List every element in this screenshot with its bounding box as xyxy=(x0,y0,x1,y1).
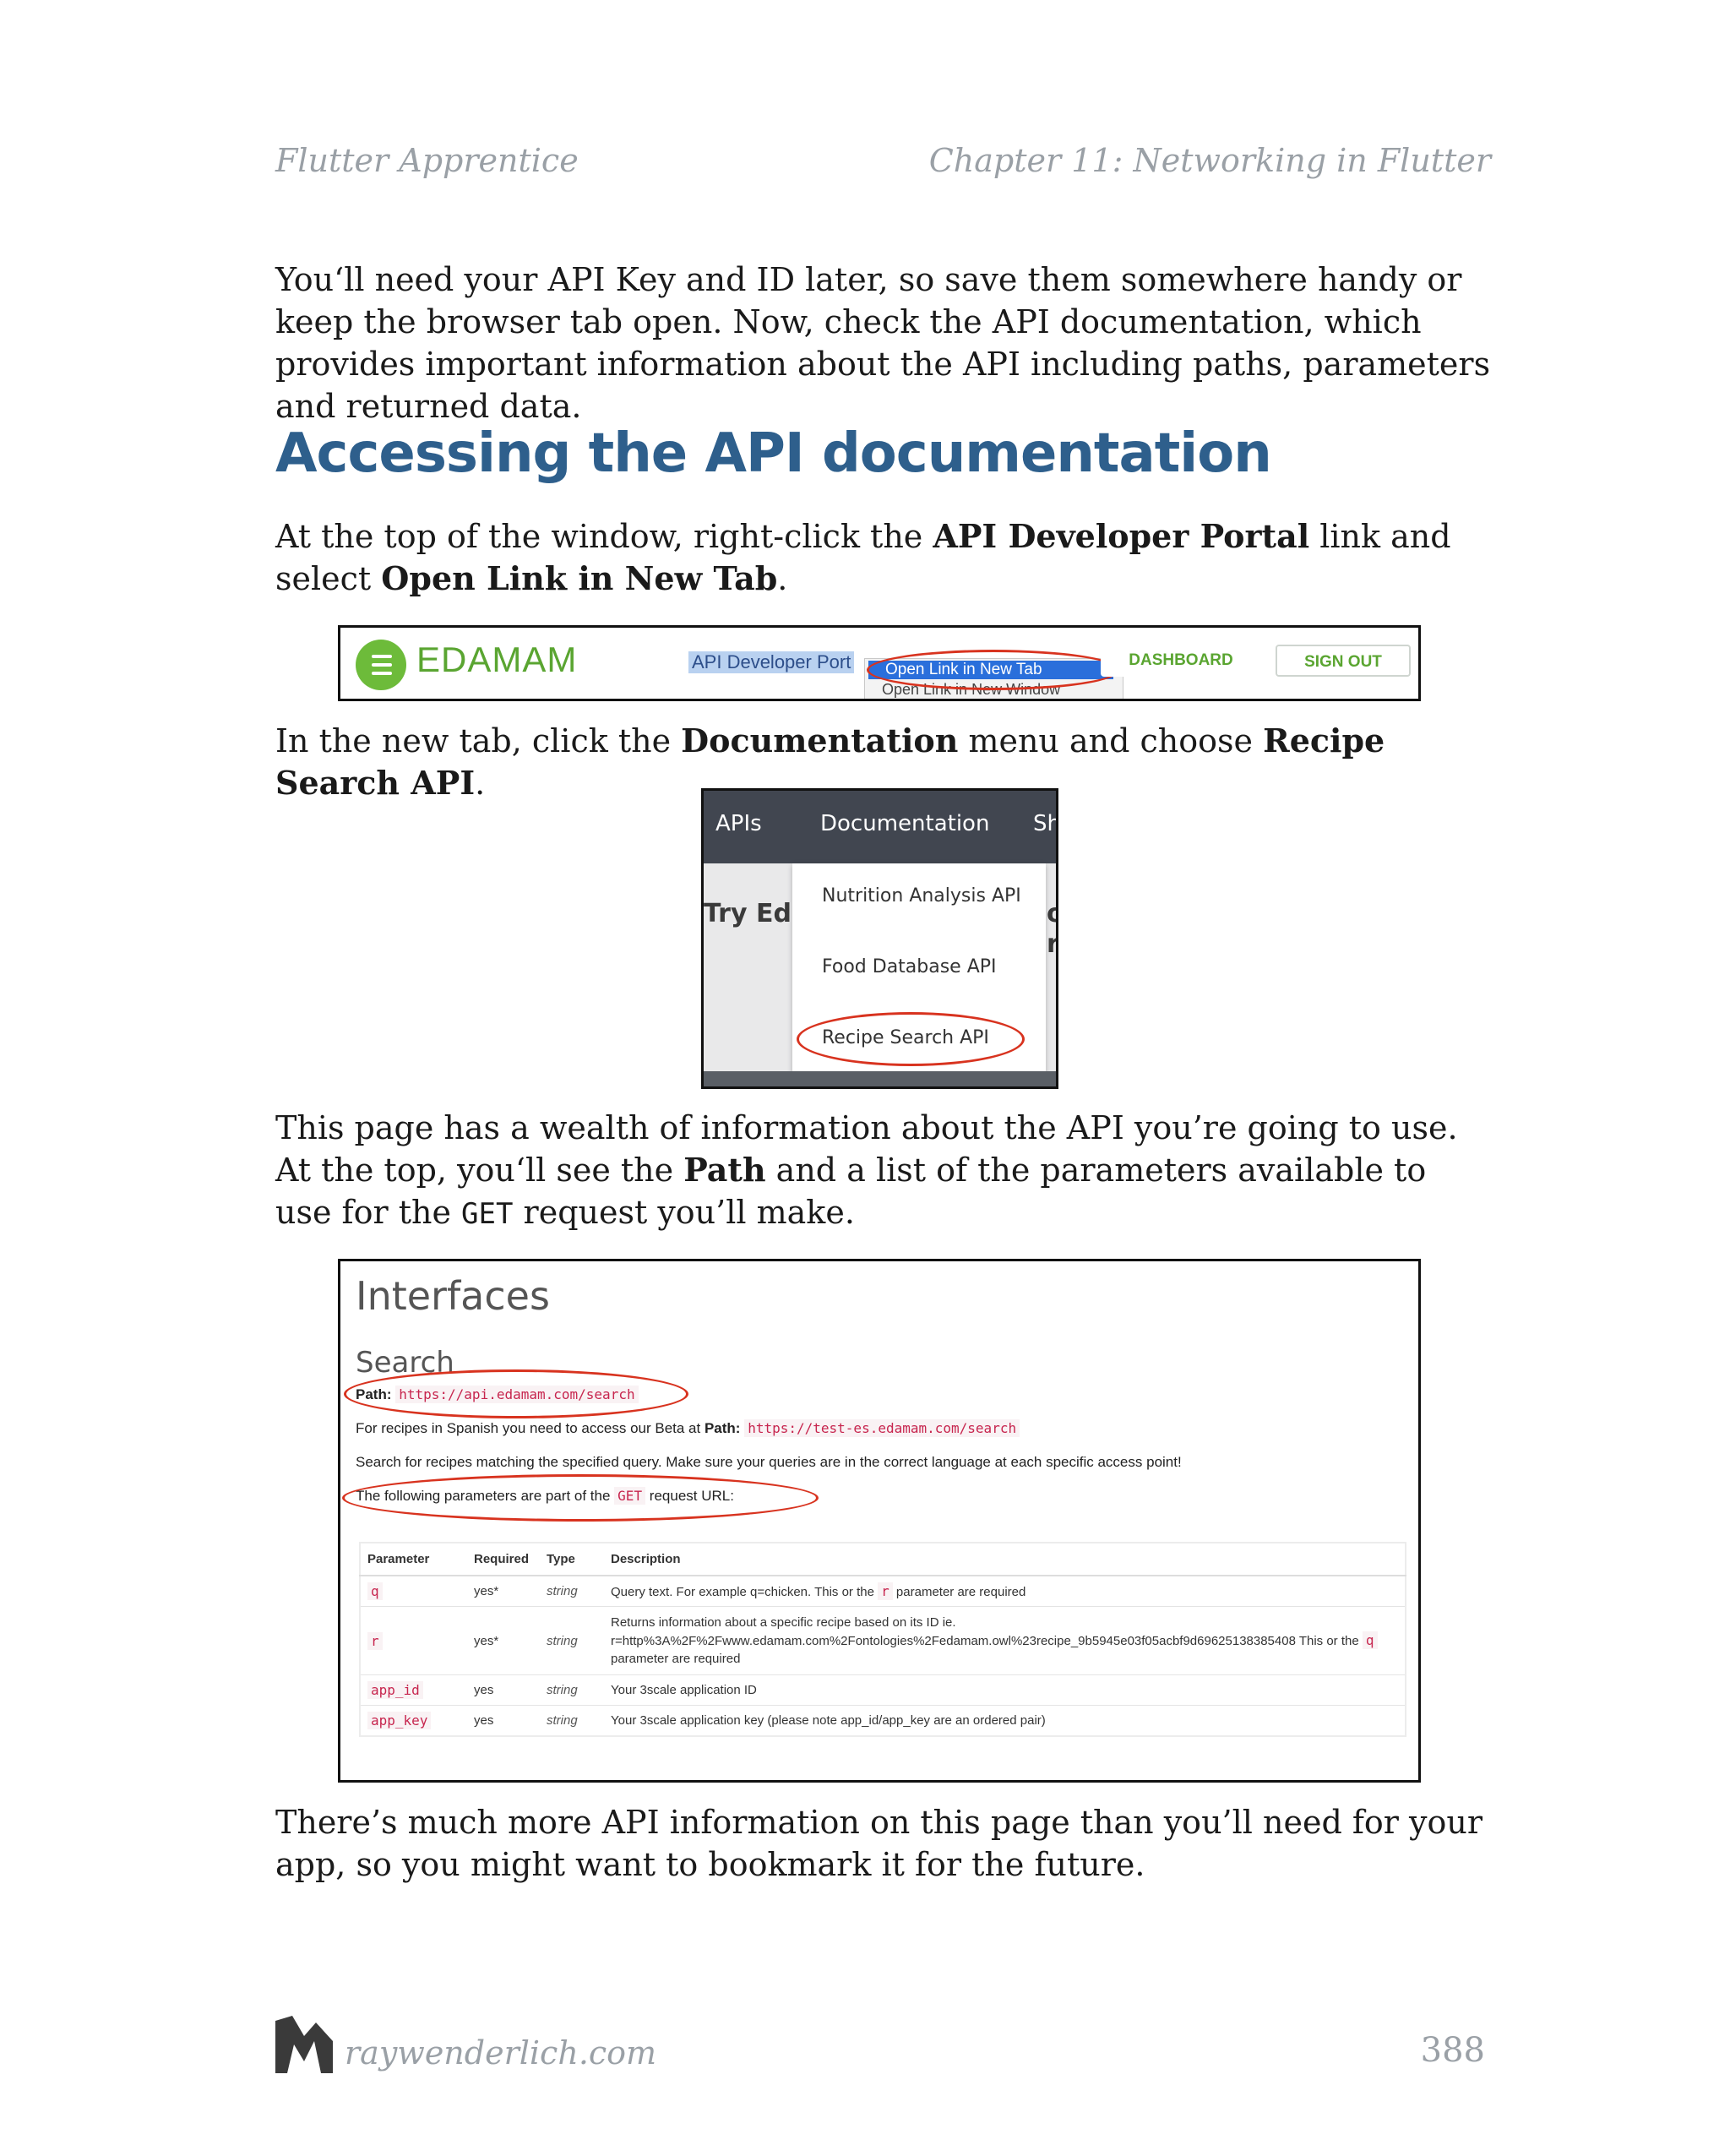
annotation-oval xyxy=(797,1012,1025,1066)
api-developer-portal-term: API Developer Portal xyxy=(933,517,1310,555)
get-code: GET xyxy=(461,1197,514,1231)
section-heading: Accessing the API documentation xyxy=(275,422,1272,485)
documentation-term: Documentation xyxy=(681,721,959,760)
nav-apis[interactable]: APIs xyxy=(715,811,762,836)
table-row: app_key yes string Your 3scale applicati… xyxy=(360,1705,1406,1736)
nav-documentation[interactable]: Documentation xyxy=(820,811,989,836)
chapter-title: Chapter 11: Networking in Flutter xyxy=(928,142,1491,179)
interfaces-screenshot: Interfaces Search Path: https://api.edam… xyxy=(338,1259,1421,1783)
edamam-logo-text: EDAMAM xyxy=(416,640,578,679)
table-row: r yes* string Returns information about … xyxy=(360,1606,1406,1675)
footer-site[interactable]: raywenderlich.com xyxy=(345,2034,656,2072)
step3-paragraph: This page has a wealth of information ab… xyxy=(275,1109,1458,1231)
spanish-url[interactable]: https://test-es.edamam.com/search xyxy=(744,1419,1020,1437)
menu-nutrition-analysis-api[interactable]: Nutrition Analysis API xyxy=(822,885,1021,906)
header-description: Description xyxy=(604,1543,1406,1576)
page-number: 388 xyxy=(1420,2031,1485,2070)
edamam-logo-icon xyxy=(356,640,406,690)
documentation-menu-screenshot: APIs Documentation Sh Try Edar o r Nutri… xyxy=(701,788,1058,1089)
header-required: Required xyxy=(467,1543,540,1576)
spanish-path-line: For recipes in Spanish you need to acces… xyxy=(356,1419,1020,1437)
sign-out-button[interactable]: SIGN OUT xyxy=(1276,645,1411,677)
step1-paragraph: At the top of the window, right-click th… xyxy=(275,517,1451,597)
open-link-new-tab-term: Open Link in New Tab xyxy=(381,559,778,597)
interfaces-title: Interfaces xyxy=(356,1273,550,1319)
table-row: app_id yes string Your 3scale applicatio… xyxy=(360,1674,1406,1706)
header-parameter: Parameter xyxy=(360,1543,467,1576)
nav-partial-item[interactable]: Sh xyxy=(1033,811,1056,836)
path-term: Path xyxy=(683,1151,766,1189)
search-description: Search for recipes matching the specifie… xyxy=(356,1454,1182,1470)
parameters-table: Parameter Required Type Description q ye… xyxy=(359,1542,1406,1737)
header-type: Type xyxy=(540,1543,604,1576)
table-row: q yes* string Query text. For example q=… xyxy=(360,1575,1406,1607)
book-title: Flutter Apprentice xyxy=(275,142,579,179)
intro-paragraph: You‘ll need your API Key and ID later, s… xyxy=(275,261,1491,425)
annotation-oval xyxy=(344,1369,688,1418)
annotation-oval xyxy=(867,650,1120,690)
documentation-dropdown: Nutrition Analysis API Food Database API… xyxy=(792,863,1046,1075)
menu-food-database-api[interactable]: Food Database API xyxy=(822,956,997,977)
api-developer-portal-link[interactable]: API Developer Port xyxy=(688,651,855,673)
edamam-header-screenshot: EDAMAM API Developer Port Open Link in N… xyxy=(338,625,1421,701)
navbar: APIs Documentation Sh xyxy=(704,791,1056,863)
background-right-text-1: o xyxy=(1047,899,1056,928)
annotation-oval xyxy=(342,1474,819,1522)
background-right-text-2: r xyxy=(1047,929,1058,959)
dashboard-button[interactable]: DASHBOARD xyxy=(1101,645,1261,677)
raywenderlich-logo-icon xyxy=(275,2016,333,2073)
closing-paragraph: There’s much more API information on thi… xyxy=(275,1804,1483,1883)
